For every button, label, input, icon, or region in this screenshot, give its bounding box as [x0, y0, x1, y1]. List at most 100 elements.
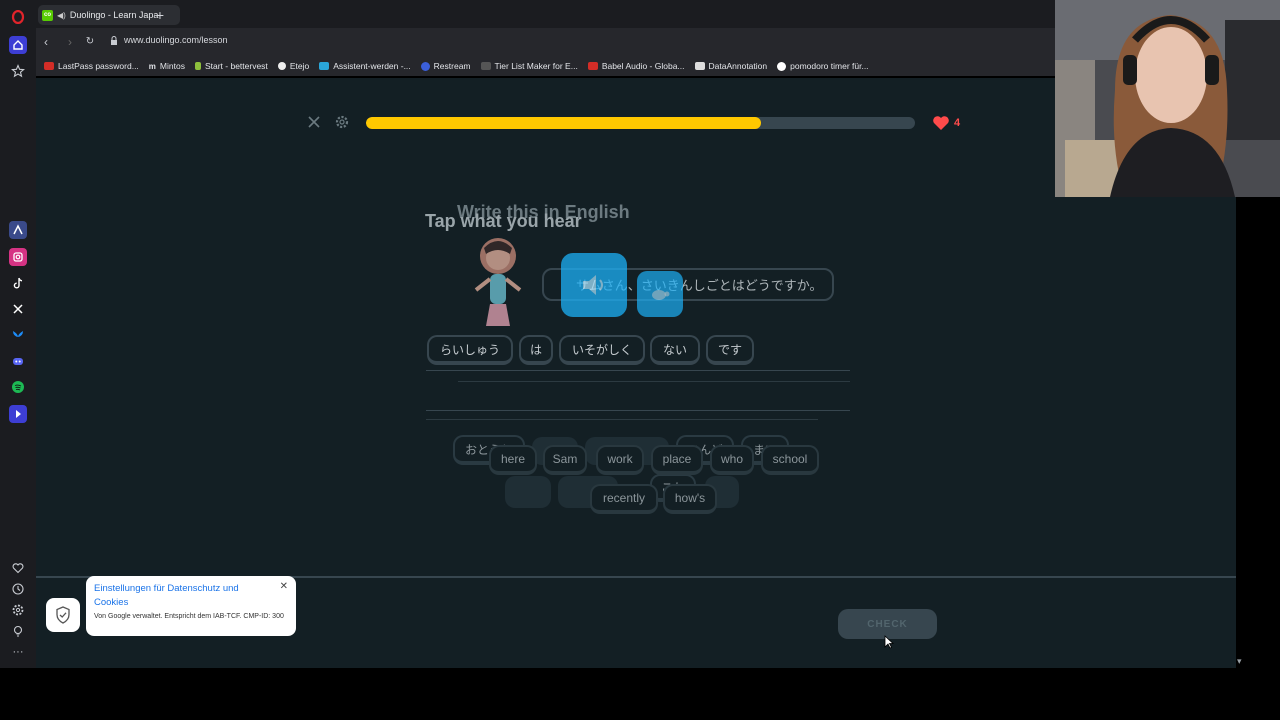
- scroll-down-arrow-icon[interactable]: ▾: [1237, 656, 1242, 667]
- instagram-icon[interactable]: [9, 248, 27, 266]
- browser-sidebar: ···: [0, 0, 36, 668]
- word-bank-chip[interactable]: how's: [663, 484, 717, 514]
- new-tab-button[interactable]: +: [152, 7, 168, 23]
- reload-icon[interactable]: ↻: [82, 34, 98, 50]
- more-icon[interactable]: ···: [9, 643, 27, 661]
- opera-logo-icon[interactable]: [9, 8, 27, 26]
- webcam-overlay: [1055, 0, 1280, 197]
- webcam-feed-image: [1055, 0, 1280, 197]
- bookmark-label: Babel Audio - Globa...: [601, 61, 685, 71]
- speaker-icon: [583, 275, 603, 295]
- bookmark-dataannotation[interactable]: DataAnnotation: [694, 61, 768, 71]
- answer-line-2: [426, 410, 850, 411]
- bookmark-pomodoro[interactable]: pomodoro timer für...: [777, 61, 869, 71]
- chip-label: how's: [674, 491, 706, 505]
- bookmark-label: DataAnnotation: [708, 61, 768, 71]
- speaker-tab-icon: ◀): [57, 10, 66, 20]
- answer-line-3: [458, 381, 850, 382]
- discord-icon[interactable]: [9, 352, 27, 370]
- play-audio-button[interactable]: [561, 253, 627, 317]
- heart-outline-icon[interactable]: [9, 559, 27, 577]
- word-bank-chip[interactable]: here: [489, 445, 537, 475]
- star-icon[interactable]: [9, 62, 27, 80]
- word-bank-chip[interactable]: work: [596, 445, 644, 475]
- tab-title: Duolingo - Learn Japa: [69, 10, 159, 20]
- duolingo-favicon-icon: co: [42, 9, 53, 21]
- chip-label: です: [717, 342, 742, 357]
- lightbulb-icon[interactable]: [9, 622, 27, 640]
- url-field[interactable]: www.duolingo.com/lesson: [110, 35, 228, 45]
- screen: ··· co ◀) Duolingo - Learn Japa + ‹ › ↻ …: [0, 0, 1280, 720]
- answer-chip[interactable]: ない: [650, 335, 700, 365]
- lastpass-icon: [44, 62, 54, 70]
- bookmark-label: Start - bettervest: [204, 61, 268, 71]
- answer-chip[interactable]: は: [519, 335, 553, 365]
- bookmark-label: Assistent-werden -...: [333, 61, 411, 71]
- word-bank-chip[interactable]: school: [761, 445, 819, 475]
- answer-line-1: [426, 370, 850, 371]
- mintos-icon: m: [148, 61, 156, 71]
- address-bar: ‹ › ↻ www.duolingo.com/lesson: [36, 28, 1056, 56]
- tierlist-icon: [480, 62, 491, 70]
- answer-chip[interactable]: いそがしく: [559, 335, 645, 365]
- bookmark-label: LastPass password...: [58, 61, 139, 71]
- word-bank-chip[interactable]: who: [710, 445, 754, 475]
- bluesky-icon[interactable]: [9, 326, 27, 344]
- consent-close-icon[interactable]: ✕: [280, 581, 288, 592]
- consent-title[interactable]: Einstellungen für Datenschutz und Cookie…: [94, 582, 264, 610]
- bookmark-tierlist[interactable]: Tier List Maker for E...: [480, 61, 578, 71]
- close-lesson-icon[interactable]: [306, 114, 322, 130]
- chip-label: recently: [602, 491, 646, 505]
- bookmark-mintos[interactable]: m Mintos: [149, 61, 185, 71]
- cookie-consent-popup[interactable]: Einstellungen für Datenschutz und Cookie…: [86, 576, 296, 636]
- lesson-progress-bar: [366, 117, 915, 129]
- chip-label: いそがしく: [571, 342, 632, 357]
- x-twitter-icon[interactable]: [9, 300, 27, 318]
- word-bank-chip[interactable]: Sam: [543, 445, 587, 475]
- chip-label: here: [500, 452, 526, 466]
- forward-icon[interactable]: ›: [62, 34, 78, 50]
- privacy-shield-icon[interactable]: [46, 598, 80, 632]
- character-illustration: [474, 238, 522, 326]
- play-slow-button[interactable]: [637, 271, 683, 317]
- chip-label: らいしゅう: [439, 342, 500, 357]
- hearts-counter[interactable]: 4: [932, 115, 960, 131]
- bookmark-etejo[interactable]: Etejo: [277, 61, 310, 71]
- bookmark-label: Etejo: [289, 61, 310, 71]
- bookmark-lastpass[interactable]: LastPass password...: [44, 61, 139, 71]
- word-bank-chip[interactable]: recently: [590, 484, 658, 514]
- bookmark-babel[interactable]: Babel Audio - Globa...: [587, 61, 685, 71]
- bookmark-label: Mintos: [159, 61, 185, 71]
- chip-label: Sam: [552, 452, 578, 466]
- bookmark-restream[interactable]: Restream: [420, 61, 471, 71]
- bookmark-label: Restream: [433, 61, 471, 71]
- bookmark-assistent[interactable]: Assistent-werden -...: [319, 61, 411, 71]
- aria-icon[interactable]: [9, 221, 27, 239]
- history-icon[interactable]: [9, 580, 27, 598]
- player-icon[interactable]: [9, 405, 27, 423]
- heart-icon: [933, 116, 949, 130]
- dataannotation-icon: [694, 62, 705, 70]
- chip-label: who: [720, 452, 743, 466]
- bookmark-label: pomodoro timer für...: [790, 61, 869, 71]
- bookmark-bettervest[interactable]: Start - bettervest: [194, 61, 268, 71]
- answer-chip[interactable]: です: [706, 335, 754, 365]
- tab-strip: co ◀) Duolingo - Learn Japa +: [36, 0, 1056, 28]
- chip-label: は: [529, 342, 542, 357]
- lock-icon: [111, 35, 117, 45]
- babel-icon: [587, 62, 598, 70]
- home-icon[interactable]: [9, 36, 27, 54]
- word-bank-chip[interactable]: place: [651, 445, 703, 475]
- settings-gear-icon[interactable]: [334, 114, 350, 130]
- bookmark-label: Tier List Maker for E...: [494, 61, 578, 71]
- exercise-title: Tap what you hear: [425, 211, 582, 231]
- tiktok-icon[interactable]: [9, 274, 27, 292]
- spotify-icon[interactable]: [9, 378, 27, 396]
- answer-chip[interactable]: らいしゅう: [427, 335, 513, 365]
- chip-label: ない: [662, 342, 687, 357]
- chip-label: school: [772, 452, 808, 466]
- back-icon[interactable]: ‹: [38, 34, 54, 50]
- settings-icon[interactable]: [9, 601, 27, 619]
- url-text: www.duolingo.com/lesson: [124, 35, 228, 45]
- mouse-cursor-icon: [884, 635, 894, 649]
